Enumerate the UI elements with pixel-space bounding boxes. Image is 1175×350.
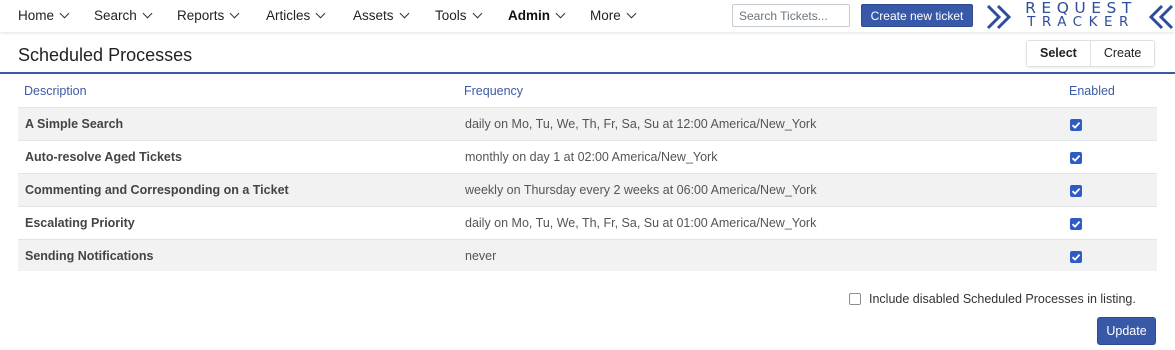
nav-assets[interactable]: Assets — [353, 8, 409, 23]
table-row: Commenting and Corresponding on a Ticket… — [18, 173, 1157, 206]
nav-reports[interactable]: Reports — [177, 8, 240, 23]
enabled-checkbox[interactable] — [1070, 119, 1082, 131]
table-row: Sending Notifications never — [18, 239, 1157, 271]
table-row: A Simple Search daily on Mo, Tu, We, Th,… — [18, 107, 1157, 140]
enabled-checkbox[interactable] — [1070, 185, 1082, 197]
row-frequency: weekly on Thursday every 2 weeks at 06:0… — [465, 183, 817, 197]
row-frequency: never — [465, 249, 497, 263]
nav-admin-label: Admin — [508, 8, 550, 23]
column-header-enabled[interactable]: Enabled — [1069, 84, 1115, 98]
checkmark-icon — [1071, 220, 1081, 228]
chevron-down-icon — [315, 8, 326, 19]
nav-search[interactable]: Search — [94, 8, 153, 23]
logo-text-tracker: TRACKER — [1027, 14, 1135, 30]
row-frequency: daily on Mo, Tu, We, Th, Fr, Sa, Su at 1… — [465, 117, 817, 131]
table-header: Description Frequency Enabled — [18, 75, 1157, 107]
nav-search-label: Search — [94, 8, 137, 23]
row-description-link[interactable]: Auto-resolve Aged Tickets — [25, 150, 182, 164]
nav-home-label: Home — [18, 8, 55, 23]
enabled-checkbox[interactable] — [1070, 251, 1082, 263]
row-description-link[interactable]: Commenting and Corresponding on a Ticket — [25, 183, 289, 197]
checkmark-icon — [1071, 121, 1081, 129]
logo-chevrons-right-icon — [986, 4, 1012, 30]
nav-articles[interactable]: Articles — [266, 8, 326, 23]
logo-text-request: REQUEST — [1025, 0, 1137, 17]
nav-more-label: More — [590, 8, 621, 23]
nav-assets-label: Assets — [353, 8, 394, 23]
table-row: Escalating Priority daily on Mo, Tu, We,… — [18, 206, 1157, 239]
nav-reports-label: Reports — [177, 8, 225, 23]
row-frequency: monthly on day 1 at 02:00 America/New_Yo… — [465, 150, 718, 164]
update-button[interactable]: Update — [1097, 317, 1156, 345]
row-description-link[interactable]: Escalating Priority — [25, 216, 135, 230]
nav-tools-label: Tools — [435, 8, 467, 23]
column-header-frequency[interactable]: Frequency — [464, 84, 523, 98]
nav-tools[interactable]: Tools — [435, 8, 482, 23]
page-title: Scheduled Processes — [18, 45, 193, 65]
table-row: Auto-resolve Aged Tickets monthly on day… — [18, 140, 1157, 173]
chevron-down-icon — [142, 8, 153, 19]
include-disabled-label: Include disabled Scheduled Processes in … — [869, 292, 1136, 306]
row-frequency: daily on Mo, Tu, We, Th, Fr, Sa, Su at 0… — [465, 216, 817, 230]
checkmark-icon — [1071, 154, 1081, 162]
chevron-down-icon — [59, 8, 70, 19]
checkmark-icon — [1071, 187, 1081, 195]
nav-articles-label: Articles — [266, 8, 311, 23]
row-description-link[interactable]: A Simple Search — [25, 117, 123, 131]
row-description-link[interactable]: Sending Notifications — [25, 249, 153, 263]
tab-select[interactable]: Select — [1027, 41, 1091, 66]
nav-home[interactable]: Home — [18, 8, 70, 23]
chevron-down-icon — [229, 8, 240, 19]
page-tabs: Select Create — [1026, 40, 1156, 67]
nav-more[interactable]: More — [590, 8, 637, 23]
enabled-checkbox[interactable] — [1070, 152, 1082, 164]
create-new-ticket-button[interactable]: Create new ticket — [861, 4, 973, 27]
nav-admin[interactable]: Admin — [508, 8, 566, 23]
chevron-down-icon — [399, 8, 409, 19]
checkmark-icon — [1071, 253, 1081, 261]
chevron-down-icon — [626, 8, 637, 19]
chevron-down-icon — [555, 8, 566, 19]
request-tracker-logo[interactable]: REQUEST TRACKER — [986, 0, 1175, 32]
logo-chevrons-left-icon — [1148, 4, 1174, 30]
enabled-checkbox[interactable] — [1070, 218, 1082, 230]
top-navigation-bar: Home Search Reports Articles Assets Tool… — [0, 0, 1175, 32]
tab-create[interactable]: Create — [1090, 41, 1155, 66]
search-tickets-input[interactable] — [732, 4, 850, 27]
include-disabled-option[interactable]: Include disabled Scheduled Processes in … — [849, 292, 1136, 306]
include-disabled-checkbox[interactable] — [849, 293, 861, 305]
title-divider — [0, 72, 1175, 74]
chevron-down-icon — [472, 8, 482, 19]
column-header-description[interactable]: Description — [24, 84, 87, 98]
